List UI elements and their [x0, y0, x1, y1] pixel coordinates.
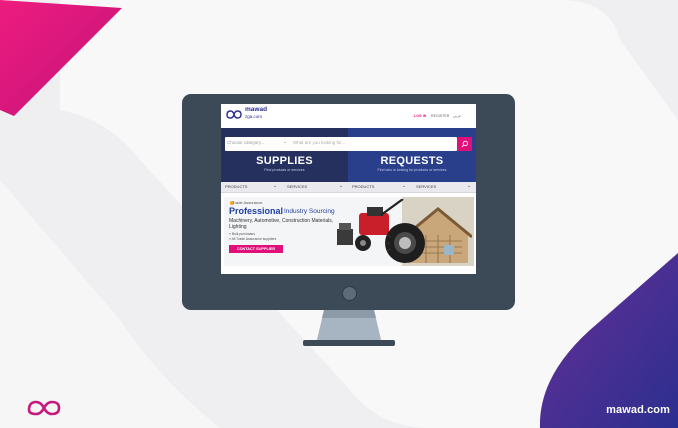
- nav-item-products[interactable]: PRODUCTS: [352, 184, 374, 189]
- website-screen: mawad zga.com LOG IN REGISTER عربي Choos…: [221, 104, 476, 274]
- monitor-stand-base: [303, 340, 395, 346]
- nav-item-products[interactable]: PRODUCTS: [225, 184, 247, 189]
- search-icon: [461, 140, 469, 148]
- search-button[interactable]: [457, 137, 472, 151]
- search-input[interactable]: What are you looking for...: [293, 140, 345, 145]
- nav-item-services[interactable]: SERVICES: [416, 184, 436, 189]
- chevron-down-icon: ⌄: [273, 183, 278, 189]
- site-header: mawad zga.com LOG IN REGISTER عربي: [221, 104, 476, 128]
- chevron-down-icon: ⌄: [283, 139, 288, 145]
- corner-accent-pink: [0, 0, 122, 116]
- banner-bullets: » Bulk purchases » All Trade Assurance s…: [229, 232, 276, 241]
- promo-canvas: mawad.com mawad zga.com LOG IN REGISTER …: [0, 0, 678, 428]
- brand-logo-icon: [27, 400, 61, 416]
- category-select[interactable]: Choose category...: [227, 140, 264, 145]
- supplies-title[interactable]: SUPPLIES: [221, 155, 348, 167]
- requests-title[interactable]: REQUESTS: [348, 155, 476, 167]
- banner-subtitle: Machinery, Automotive, Construction Mate…: [229, 218, 334, 230]
- power-button: [342, 286, 357, 301]
- trade-assurance-badge: Trade Assurance: [232, 200, 263, 205]
- login-link[interactable]: LOG IN: [414, 114, 426, 118]
- brand-domain: zga.com: [245, 114, 263, 119]
- category-nav-bar: PRODUCTS ⌄ SERVICES ⌄ PRODUCTS ⌄ SERVICE…: [221, 182, 476, 193]
- brand-logo-icon: [226, 110, 242, 119]
- language-switch-link[interactable]: عربي: [453, 114, 461, 118]
- banner-title-strong: Professional: [229, 206, 284, 216]
- contact-supplier-button[interactable]: CONTACT SUPPLIER: [229, 245, 283, 253]
- promo-banner[interactable]: Trade Assurance Professional Industry So…: [224, 197, 474, 266]
- chevron-down-icon: ⌄: [402, 183, 407, 189]
- monitor-frame: mawad zga.com LOG IN REGISTER عربي Choos…: [182, 94, 515, 310]
- register-link[interactable]: REGISTER: [431, 114, 449, 118]
- banner-bullet: » All Trade Assurance suppliers: [229, 236, 277, 241]
- brand-wordmark: mawad: [245, 106, 268, 113]
- corner-accent-purple: [539, 253, 678, 428]
- supplies-subtitle: Find products or services: [264, 168, 305, 172]
- footer-url: mawad.com: [606, 404, 670, 416]
- chevron-down-icon: ⌄: [339, 183, 344, 189]
- chevron-down-icon: ⌄: [467, 183, 472, 189]
- requests-subtitle: Find who is looking for products or serv…: [377, 168, 447, 172]
- monitor-stand: [316, 310, 382, 344]
- search-bar: Choose category... ⌄ What are you lookin…: [225, 137, 457, 151]
- banner-title-light: Industry Sourcing: [284, 208, 335, 215]
- nav-item-services[interactable]: SERVICES: [287, 184, 307, 189]
- machinery-product-image: [337, 199, 425, 263]
